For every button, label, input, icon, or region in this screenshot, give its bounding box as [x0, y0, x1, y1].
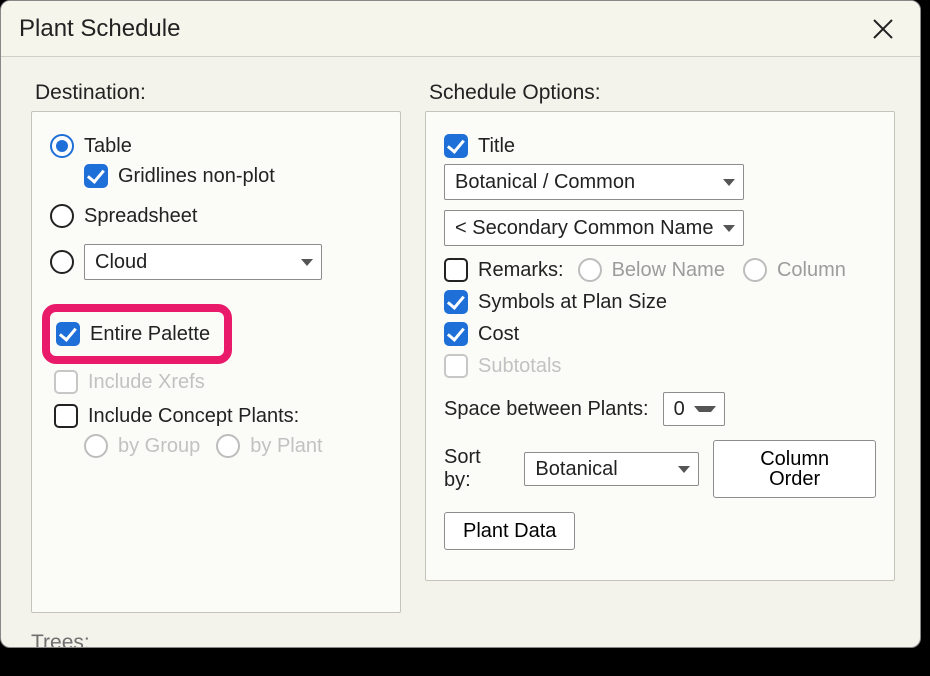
checkbox-title-label: Title	[478, 135, 515, 158]
secondary-value: < Secondary Common Name	[455, 217, 713, 240]
space-row: Space between Plants: 0	[444, 392, 876, 426]
name-mode-select[interactable]: Botanical / Common	[444, 164, 744, 200]
checkbox-include-concept[interactable]	[54, 404, 78, 428]
chevron-down-icon	[694, 406, 716, 412]
plant-data-row: Plant Data	[444, 512, 876, 550]
cloud-select[interactable]: Cloud	[84, 244, 322, 280]
close-button[interactable]	[866, 14, 900, 44]
right-column: Schedule Options: Title Botanical / Comm…	[425, 81, 895, 581]
radio-spreadsheet[interactable]	[50, 204, 74, 228]
checkbox-remarks-label: Remarks:	[478, 259, 564, 282]
radio-table[interactable]	[50, 134, 74, 158]
left-column: Destination: Table Gridlines non-plot Sp…	[31, 81, 401, 648]
gridlines-row[interactable]: Gridlines non-plot	[84, 164, 382, 188]
radio-by-group-label: by Group	[118, 435, 200, 458]
checkbox-remarks[interactable]	[444, 258, 468, 282]
include-xrefs-row: Include Xrefs	[54, 370, 382, 394]
radio-column-label: Column	[777, 259, 846, 282]
chevron-down-icon	[723, 225, 735, 232]
checkbox-include-xrefs-label: Include Xrefs	[88, 371, 205, 394]
checkbox-cost-label: Cost	[478, 323, 519, 346]
checkbox-symbols-label: Symbols at Plan Size	[478, 291, 667, 314]
chevron-down-icon	[301, 259, 313, 266]
column-order-button[interactable]: Column Order	[713, 440, 876, 498]
radio-by-group	[84, 434, 108, 458]
dialog-title: Plant Schedule	[19, 15, 180, 43]
checkbox-include-xrefs	[54, 370, 78, 394]
remarks-row: Remarks: Below Name Column	[444, 258, 876, 282]
dialog-body: Destination: Table Gridlines non-plot Sp…	[1, 57, 920, 648]
checkbox-entire-palette[interactable]	[56, 322, 80, 346]
title-row[interactable]: Title	[444, 134, 876, 158]
chevron-down-icon	[723, 179, 735, 186]
dest-cloud-row: Cloud	[50, 244, 382, 280]
include-concept-row[interactable]: Include Concept Plants:	[54, 404, 382, 428]
radio-cloud[interactable]	[50, 250, 74, 274]
radio-below-name-label: Below Name	[612, 259, 725, 282]
radio-spreadsheet-label: Spreadsheet	[84, 205, 197, 228]
secondary-row: < Secondary Common Name	[444, 210, 876, 246]
destination-panel: Table Gridlines non-plot Spreadsheet Clo…	[31, 111, 401, 613]
destination-label: Destination:	[31, 81, 401, 105]
entire-palette-highlight: Entire Palette	[42, 304, 232, 364]
name-mode-row: Botanical / Common	[444, 164, 876, 200]
space-select[interactable]: 0	[663, 392, 725, 426]
checkbox-include-concept-label: Include Concept Plants:	[88, 405, 299, 428]
checkbox-gridlines-label: Gridlines non-plot	[118, 165, 275, 188]
name-mode-value: Botanical / Common	[455, 171, 635, 194]
sort-select[interactable]: Botanical	[524, 452, 699, 486]
sort-row: Sort by: Botanical Column Order	[444, 440, 876, 498]
close-icon	[872, 18, 894, 40]
concept-sub-row: by Group by Plant	[84, 434, 382, 458]
checkbox-subtotals	[444, 354, 468, 378]
radio-column	[743, 258, 767, 282]
cloud-select-value: Cloud	[95, 251, 147, 274]
dest-table-row[interactable]: Table	[50, 134, 382, 158]
checkbox-subtotals-label: Subtotals	[478, 355, 561, 378]
titlebar: Plant Schedule	[1, 1, 920, 57]
chevron-down-icon	[678, 466, 690, 473]
plant-data-button[interactable]: Plant Data	[444, 512, 575, 550]
radio-table-label: Table	[84, 135, 132, 158]
radio-by-plant-label: by Plant	[250, 435, 322, 458]
checkbox-title[interactable]	[444, 134, 468, 158]
cost-row[interactable]: Cost	[444, 322, 876, 346]
secondary-select[interactable]: < Secondary Common Name	[444, 210, 744, 246]
checkbox-gridlines[interactable]	[84, 164, 108, 188]
checkbox-entire-palette-label: Entire Palette	[90, 323, 210, 346]
radio-below-name	[578, 258, 602, 282]
checkbox-cost[interactable]	[444, 322, 468, 346]
space-value: 0	[674, 398, 686, 421]
radio-by-plant	[216, 434, 240, 458]
options-label: Schedule Options:	[425, 81, 895, 105]
options-panel: Title Botanical / Common < Secondary Com…	[425, 111, 895, 581]
trees-label: Trees:	[31, 631, 401, 648]
space-label: Space between Plants:	[444, 398, 649, 421]
dest-spreadsheet-row[interactable]: Spreadsheet	[50, 204, 382, 228]
sort-value: Botanical	[535, 458, 617, 481]
symbols-row[interactable]: Symbols at Plan Size	[444, 290, 876, 314]
plant-schedule-dialog: Plant Schedule Destination: Table Gridli…	[0, 0, 921, 648]
sort-label: Sort by:	[444, 446, 512, 492]
checkbox-symbols[interactable]	[444, 290, 468, 314]
subtotals-row: Subtotals	[444, 354, 876, 378]
